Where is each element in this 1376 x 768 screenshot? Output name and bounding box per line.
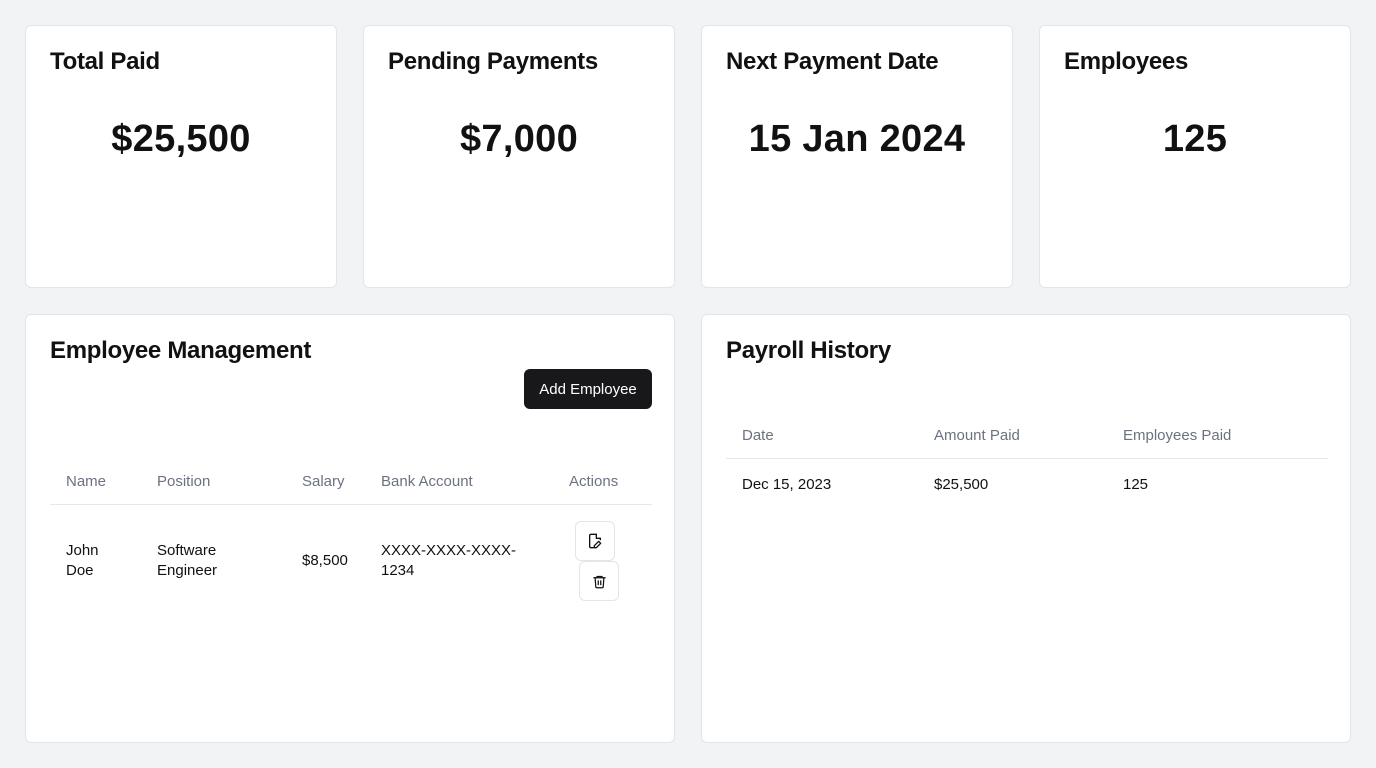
stat-value: $7,000 [459,118,579,160]
header-divider [726,458,1328,459]
employee-management-panel: Employee Management Add Employee Name Po… [25,314,675,743]
stat-title: Next Payment Date [726,48,939,75]
column-header-amount-paid: Amount Paid [934,427,1020,444]
stat-title: Employees [1064,48,1189,75]
panel-title: Payroll History [726,337,891,364]
column-header-salary: Salary [302,473,345,490]
stat-value: $25,500 [111,118,251,160]
header-divider [50,504,652,505]
column-header-date: Date [742,427,774,444]
cell-position: Software Engineer [157,542,218,579]
column-header-bank-account: Bank Account [381,473,473,490]
add-employee-button[interactable]: Add Employee [524,369,652,409]
stat-title: Pending Payments [388,48,598,75]
cell-salary: $8,500 [302,552,348,569]
delete-employee-button[interactable] [579,561,619,601]
cell-date: Dec 15, 2023 [742,476,832,493]
cell-amount-paid: $25,500 [934,476,989,493]
stat-value: 15 Jan 2024 [748,118,966,160]
stat-value: 125 [1162,118,1228,160]
edit-employee-button[interactable] [575,521,615,561]
column-header-position: Position [157,473,211,490]
stat-card-total-paid: Total Paid $25,500 [25,25,337,288]
trash-icon [592,575,606,588]
edit-file-icon [589,533,602,549]
stat-title: Total Paid [50,48,160,75]
payroll-history-panel: Payroll History Date Amount Paid Employe… [701,314,1351,743]
cell-bank-account: XXXX-XXXX-XXXX-1234 [381,542,517,579]
column-header-actions: Actions [569,473,619,490]
stat-card-pending-payments: Pending Payments $7,000 [363,25,675,288]
stat-card-employees: Employees 125 [1039,25,1351,288]
stat-card-next-payment-date: Next Payment Date 15 Jan 2024 [701,25,1013,288]
cell-name: John Doe [66,542,99,579]
cell-employees-paid: 125 [1123,476,1149,493]
column-header-employees-paid: Employees Paid [1123,427,1232,444]
panel-title: Employee Management [50,337,312,364]
column-header-name: Name [66,473,107,490]
